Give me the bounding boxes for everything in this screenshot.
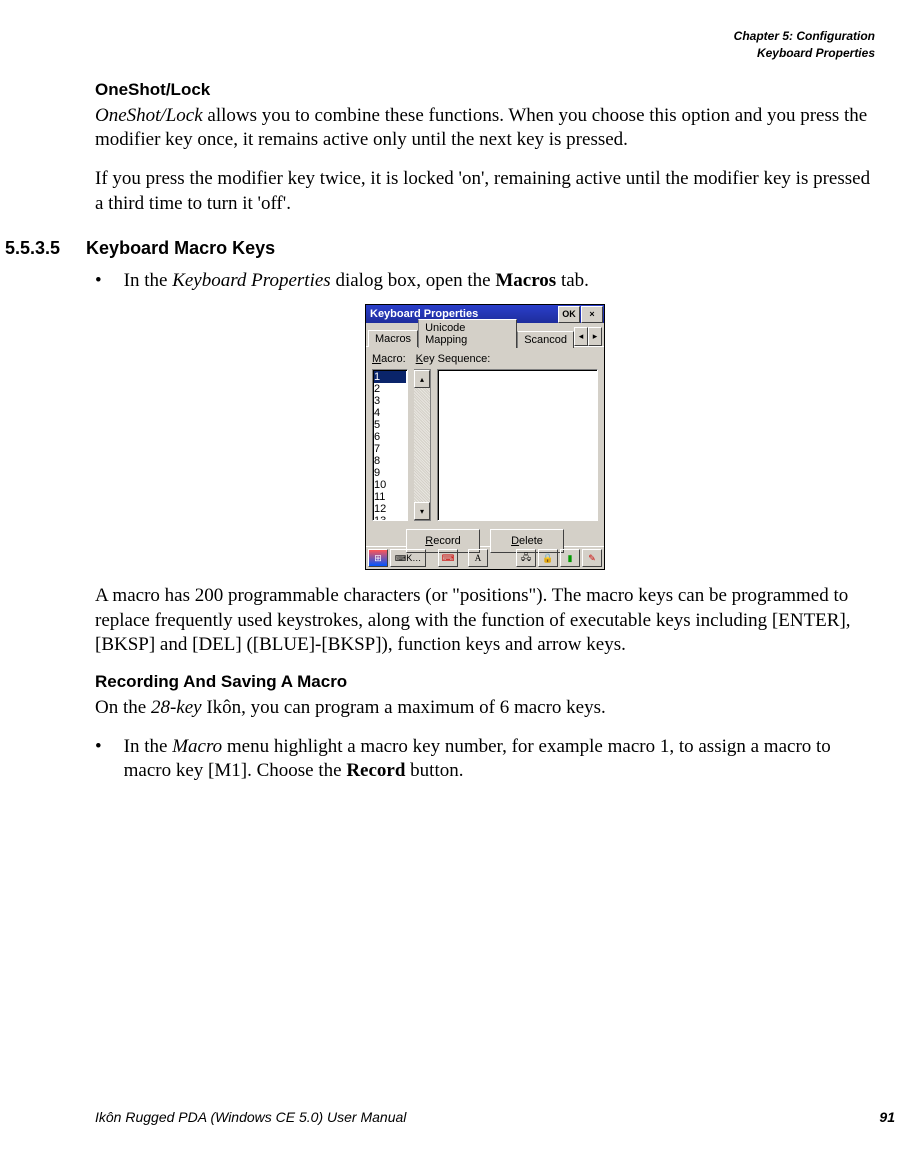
page-footer: Ikôn Rugged PDA (Windows CE 5.0) User Ma… [95,1109,895,1125]
rb-post: button. [405,760,463,781]
recording-bullet: • In the Macro menu highlight a macro ke… [95,735,875,784]
rec-pre: On the [95,697,151,718]
field-labels: Macro: Key Sequence: [372,353,598,365]
footer-page-number: 91 [879,1109,895,1125]
macro-label: Macro: [372,353,406,365]
header-section: Keyboard Properties [0,45,875,62]
intro-mid: dialog box, open the [331,270,496,291]
macro-13[interactable]: 13 [374,515,406,521]
macro-3[interactable]: 3 [374,395,406,407]
macro-8[interactable]: 8 [374,455,406,467]
tab-unicode[interactable]: Unicode Mapping [418,319,517,348]
tab-scroll-left[interactable]: ◂ [574,327,588,346]
rb-mid: menu highlight a macro key number, for e… [124,736,831,782]
rb-bold: Record [346,760,405,781]
intro-pre: In the [124,270,173,291]
oneshot-p2: If you press the modifier key twice, it … [95,167,875,216]
taskbar: ⊞ ⌨K… ⌨ A 🖧 🔒 ▮ ✎ [366,546,604,569]
macro-2[interactable]: 2 [374,383,406,395]
tray-battery-icon[interactable]: ▮ [560,549,580,567]
dialog-window: Keyboard Properties OK × Macros Unicode … [365,304,605,570]
rec-post: Ikôn, you can program a maximum of 6 mac… [202,697,606,718]
macro-7[interactable]: 7 [374,443,406,455]
rb-italic: Macro [172,736,222,757]
macro-9[interactable]: 9 [374,467,406,479]
ok-button[interactable]: OK [558,306,580,323]
scroll-track[interactable] [414,388,430,502]
tray-net-icon[interactable]: 🖧 [516,549,536,567]
task-button[interactable]: ⌨K… [390,549,426,567]
bullet-dot-2: • [95,735,102,784]
page: Chapter 5: Configuration Keyboard Proper… [0,0,915,1161]
header-chapter: Chapter 5: Configuration [0,28,875,45]
oneshot-term: OneShot/Lock [95,105,203,126]
rec-italic: 28-key [151,697,202,718]
tab-macros[interactable]: Macros [368,330,418,347]
macro-4[interactable]: 4 [374,407,406,419]
bullet-dot: • [95,269,102,294]
macro-list[interactable]: 1 2 3 4 5 6 7 8 9 10 11 12 13 [372,369,408,521]
intro-bold: Macros [495,270,556,291]
tab-strip: Macros Unicode Mapping Scancod ◂ ▸ [366,323,604,346]
intro-bullet: • In the Keyboard Properties dialog box,… [95,269,875,294]
running-header: Chapter 5: Configuration Keyboard Proper… [0,28,895,62]
tray-pen-icon[interactable]: ✎ [582,549,602,567]
tab-panel-macros: Macro: Key Sequence: 1 2 3 4 5 6 7 8 [366,346,604,546]
tab-scroll-right[interactable]: ▸ [588,327,602,346]
tray-kbd-icon[interactable]: ⌨ [438,549,458,567]
columns: 1 2 3 4 5 6 7 8 9 10 11 12 13 [372,369,598,521]
scroll-down[interactable]: ▾ [414,502,430,520]
intro-text: In the Keyboard Properties dialog box, o… [124,269,589,294]
recording-p: On the 28-key Ikôn, you can program a ma… [95,696,875,721]
macro-scrollbar[interactable]: ▴ ▾ [414,369,431,521]
recording-title: Recording And Saving A Macro [95,672,875,692]
recording-bullet-text: In the Macro menu highlight a macro key … [124,735,875,784]
page-content: OneShot/Lock OneShot/Lock allows you to … [0,62,895,785]
tray-lock-icon[interactable]: 🔒 [538,549,558,567]
figure-keyboard-properties: Keyboard Properties OK × Macros Unicode … [95,304,875,570]
rb-pre: In the [124,736,173,757]
after-figure-text: A macro has 200 programmable characters … [95,584,875,658]
oneshot-title: OneShot/Lock [95,80,875,100]
intro-post: tab. [556,270,589,291]
macro-10[interactable]: 10 [374,479,406,491]
section-number: 5.5.3.5 [5,238,60,259]
intro-italic: Keyboard Properties [172,270,331,291]
tab-scancode[interactable]: Scancod [517,331,574,348]
scroll-up[interactable]: ▴ [414,370,430,388]
keyseq-label: Key Sequence: [416,353,491,365]
macro-5[interactable]: 5 [374,419,406,431]
macro-1[interactable]: 1 [374,371,406,383]
macro-6[interactable]: 6 [374,431,406,443]
section-5535-heading: 5.5.3.5 Keyboard Macro Keys [5,238,785,259]
footer-manual: Ikôn Rugged PDA (Windows CE 5.0) User Ma… [95,1109,406,1125]
close-button[interactable]: × [581,306,603,323]
oneshot-rest: allows you to combine these functions. W… [95,105,867,151]
tab-scroll-buttons: ◂ ▸ [574,327,602,346]
task-label: K… [406,553,421,563]
start-icon[interactable]: ⊞ [368,549,388,567]
section-title: Keyboard Macro Keys [86,238,275,259]
oneshot-p1: OneShot/Lock allows you to combine these… [95,104,875,153]
macro-11[interactable]: 11 [374,491,406,503]
tray-a-icon[interactable]: A [468,549,488,567]
key-sequence-field[interactable] [437,369,598,521]
macro-12[interactable]: 12 [374,503,406,515]
